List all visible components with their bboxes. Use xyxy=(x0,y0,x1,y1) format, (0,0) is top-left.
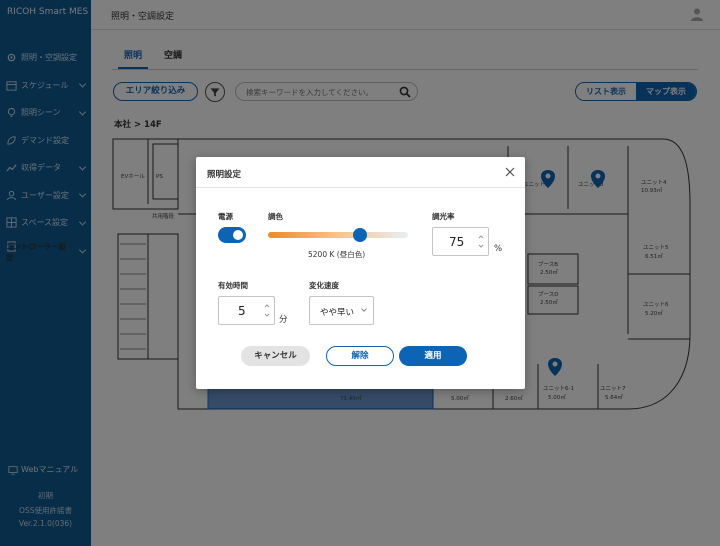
chevron-down-icon xyxy=(361,306,367,312)
clear-button[interactable]: 解除 xyxy=(326,346,394,366)
duration-label: 有効時間 xyxy=(218,281,248,290)
power-toggle[interactable] xyxy=(218,227,246,243)
dimming-label: 調光率 xyxy=(432,212,455,221)
color-temp-slider[interactable] xyxy=(268,232,408,238)
dimming-value: 75 xyxy=(449,234,465,249)
duration-unit: 分 xyxy=(279,315,288,325)
speed-value: やや早い xyxy=(320,308,355,318)
apply-button[interactable]: 適用 xyxy=(399,346,467,366)
chevron-up-icon[interactable] xyxy=(264,303,270,309)
duration-stepper[interactable]: 5 xyxy=(218,296,275,325)
speed-select[interactable]: やや早い xyxy=(309,296,374,325)
color-temp-label: 調色 xyxy=(268,212,283,221)
color-temp-slider-handle[interactable] xyxy=(353,228,368,242)
speed-label: 変化速度 xyxy=(309,281,339,290)
chevron-down-icon[interactable] xyxy=(264,312,270,318)
dimming-unit: % xyxy=(494,244,503,254)
color-temp-value: 5200 K (昼白色) xyxy=(308,250,366,259)
power-label: 電源 xyxy=(218,212,233,221)
lighting-settings-dialog: 照明設定 電源 調色 5200 K (昼白色) 調光率 75 % 有効時間 5 … xyxy=(196,157,525,389)
close-icon[interactable] xyxy=(504,166,516,178)
dimming-stepper[interactable]: 75 xyxy=(432,227,489,256)
cancel-button[interactable]: キャンセル xyxy=(241,346,310,366)
dialog-divider xyxy=(196,187,525,188)
chevron-up-icon[interactable] xyxy=(478,234,484,240)
duration-value: 5 xyxy=(238,303,246,318)
chevron-down-icon[interactable] xyxy=(478,243,484,249)
dialog-title: 照明設定 xyxy=(207,170,242,180)
